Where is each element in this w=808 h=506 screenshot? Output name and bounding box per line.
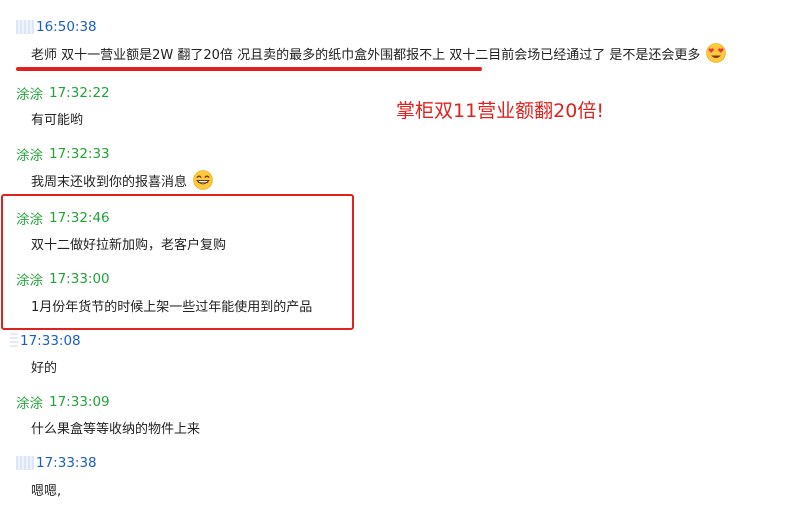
message-text[interactable]: 嗯嗯, (31, 480, 61, 499)
sender-name: 涂涂 (16, 87, 43, 103)
message-text-row: 有可能哟 (31, 107, 83, 129)
red-underline-annotation (16, 67, 482, 71)
heart-eyes-emoji-icon (706, 43, 727, 63)
message-time: 17:33:09 (49, 394, 110, 410)
chat-log: 16:50:38 老师 双十一营业额是2W 翻了20倍 况且卖的最多的纸巾盒外围… (0, 0, 808, 506)
message-text-row: 老师 双十一营业额是2W 翻了20倍 况且卖的最多的纸巾盒外围都报不上 双十二目… (31, 42, 727, 64)
message-header: 17:33:38 (16, 453, 97, 473)
grinning-emoji-icon (193, 170, 213, 190)
message-text[interactable]: 有可能哟 (31, 109, 83, 128)
message-time: 17:32:22 (49, 85, 110, 101)
message-text[interactable]: 好的 (31, 357, 57, 376)
message-header: 涂涂 17:32:33 (16, 144, 110, 164)
message-text-row: 什么果盒等等收纳的物件上来 (31, 416, 200, 438)
message-text-row: 我周末还收到你的报喜消息 (31, 169, 213, 191)
message-text-row: 好的 (31, 355, 57, 377)
sender-name: 涂涂 (16, 396, 43, 412)
sender-name: 涂涂 (16, 148, 43, 164)
message-time: 16:50:38 (36, 19, 97, 35)
message-text[interactable]: 我周末还收到你的报喜消息 (31, 171, 187, 190)
red-highlight-box (1, 194, 354, 330)
message-text-row: 嗯嗯, (31, 478, 61, 500)
message-header: 涂涂 17:32:22 (16, 83, 110, 103)
message-text[interactable]: 什么果盒等等收纳的物件上来 (31, 418, 200, 437)
annotation-text: 掌柜双11营业额翻20倍! (396, 100, 604, 122)
redacted-avatar-name (10, 333, 18, 349)
redacted-avatar-name (16, 456, 34, 470)
message-text[interactable]: 老师 双十一营业额是2W 翻了20倍 况且卖的最多的纸巾盒外围都报不上 双十二目… (31, 44, 700, 63)
message-time: 17:32:33 (49, 146, 110, 162)
message-time: 17:33:38 (36, 455, 97, 471)
message-header: 16:50:38 (16, 17, 97, 37)
message-header: 17:33:08 (10, 331, 81, 351)
redacted-avatar-name (16, 20, 34, 34)
message-header: 涂涂 17:33:09 (16, 392, 110, 412)
message-time: 17:33:08 (20, 333, 81, 349)
